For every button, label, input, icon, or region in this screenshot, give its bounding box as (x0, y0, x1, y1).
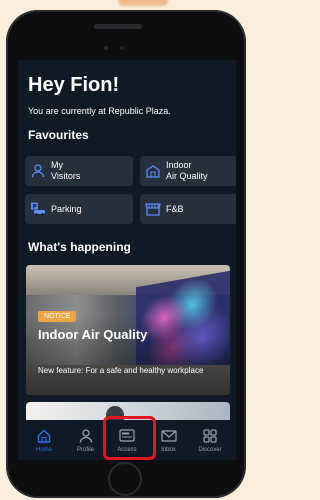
tab-label: Inbox (161, 446, 176, 453)
favourite-label: Indoor Air Quality (166, 160, 208, 181)
access-tab-highlight (103, 416, 156, 460)
inbox-icon (160, 428, 177, 444)
profile-icon (78, 428, 94, 444)
svg-text:P: P (33, 203, 38, 210)
app-screen: Hey Fion! You are currently at Republic … (18, 60, 236, 460)
building-air-icon (140, 156, 166, 186)
discover-grid-icon (202, 428, 218, 444)
visitor-icon (25, 156, 51, 186)
tab-label: Profile (76, 446, 94, 453)
favourite-parking[interactable]: P Parking (25, 194, 133, 224)
favourites-heading: Favourites (28, 128, 89, 142)
tab-discover[interactable]: Discover (190, 420, 230, 460)
favourite-fnb[interactable]: F&B (140, 194, 236, 224)
favourite-label: My Visitors (51, 160, 81, 181)
news-card-title: Indoor Air Quality (38, 327, 148, 342)
tab-profile[interactable]: Profile (66, 420, 106, 460)
news-card-description: New feature: For a safe and healthy work… (38, 366, 204, 375)
favourite-label: F&B (166, 203, 184, 214)
home-icon (36, 428, 52, 444)
favourite-label: Parking (51, 203, 82, 214)
greeting-title: Hey Fion! (28, 74, 120, 96)
speaker-grille (94, 24, 142, 29)
storefront-icon (140, 194, 166, 224)
tab-label: Discover (198, 446, 222, 453)
tab-label: Home (35, 446, 52, 453)
sensor-dot (120, 46, 124, 50)
notice-badge: NOTICE (38, 311, 77, 322)
home-button[interactable] (108, 462, 142, 496)
tab-home[interactable]: Home (24, 420, 64, 460)
whats-happening-heading: What's happening (28, 240, 131, 254)
location-text: You are currently at Republic Plaza. (28, 106, 171, 116)
parking-icon: P (25, 194, 51, 224)
camera-dot (104, 46, 108, 50)
favourite-my-visitors[interactable]: My Visitors (25, 156, 133, 186)
favourite-indoor-air-quality[interactable]: Indoor Air Quality (140, 156, 236, 186)
